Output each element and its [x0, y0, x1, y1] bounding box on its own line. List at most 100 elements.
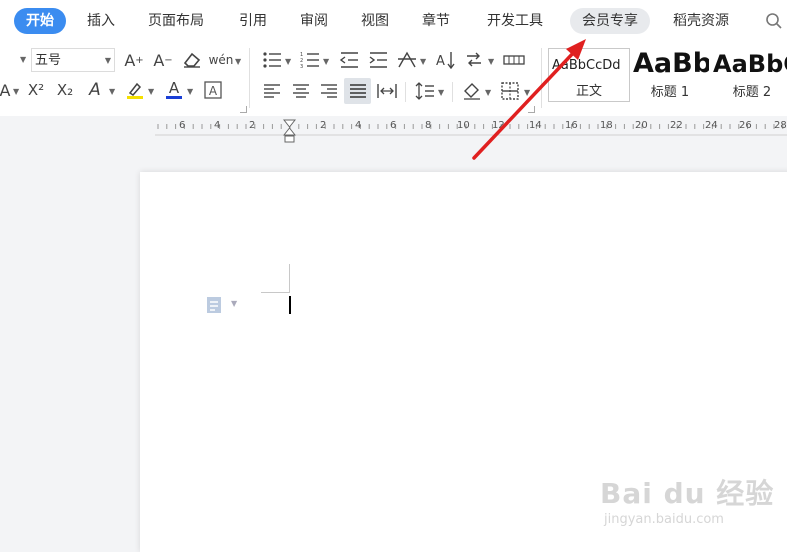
watermark-brand: Bai du 经验	[600, 477, 775, 510]
ruler-label: 2	[249, 120, 256, 131]
bullet-list-dropdown-arrow[interactable]: ▼	[285, 57, 291, 66]
baidu-watermark: Bai du 经验 jingyan.baidu.com	[600, 460, 787, 545]
line-spacing-dropdown-arrow[interactable]: ▼	[438, 88, 444, 97]
align-left-icon[interactable]	[261, 80, 283, 102]
paragraph-layout-icon[interactable]	[206, 296, 224, 314]
font-size-value: 五号	[35, 53, 62, 68]
align-center-icon[interactable]	[290, 80, 312, 102]
tab-review[interactable]: 审阅	[300, 8, 328, 34]
ribbon-separator	[452, 82, 453, 102]
paragraph-layout-dropdown-arrow[interactable]: ▼	[231, 299, 237, 308]
ruler-label: 8	[425, 120, 432, 131]
superscript-label: X²	[27, 81, 45, 99]
ribbon-separator	[249, 48, 250, 108]
tab-developer[interactable]: 开发工具	[487, 8, 543, 34]
style-heading-1-name: 标题 1	[650, 85, 690, 100]
tab-docer-resources[interactable]: 稻壳资源	[673, 8, 729, 34]
tab-member-exclusive[interactable]: 会员专享	[570, 8, 650, 34]
text-effect-dropdown-arrow[interactable]: ▼	[13, 87, 19, 96]
font-color-icon[interactable]: A	[163, 79, 185, 101]
indent-marker[interactable]	[283, 119, 296, 143]
clear-format-icon[interactable]	[181, 49, 203, 71]
margin-corner-mark	[261, 292, 290, 293]
style-heading-2-sample: AaBbC	[713, 50, 787, 78]
svg-text:3: 3	[300, 64, 303, 69]
ruler-label: 14	[529, 120, 542, 131]
increase-font-size-icon[interactable]: A +	[123, 49, 145, 71]
style-normal-sample: AaBbCcDd	[552, 58, 621, 73]
svg-text:A: A	[436, 54, 445, 69]
ribbon-separator	[405, 82, 406, 102]
font-size-select[interactable]: 五号 ▼	[31, 48, 115, 72]
search-icon[interactable]	[765, 12, 783, 30]
tab-insert[interactable]: 插入	[87, 8, 115, 34]
character-border-icon[interactable]: A	[202, 79, 224, 101]
ribbon-separator	[541, 48, 542, 108]
numbered-list-dropdown-arrow[interactable]: ▼	[323, 57, 329, 66]
phonetic-guide-icon[interactable]: wén	[208, 49, 234, 71]
subscript-icon[interactable]: X₂	[54, 79, 76, 101]
style-normal-name: 正文	[575, 84, 602, 99]
text-outline-icon[interactable]: A	[84, 79, 106, 101]
chinese-layout-dropdown-arrow[interactable]: ▼	[420, 57, 426, 66]
superscript-icon[interactable]: X²	[25, 79, 47, 101]
phonetic-dropdown-arrow[interactable]: ▼	[235, 57, 241, 66]
paragraph-dialog-launcher[interactable]	[528, 106, 535, 113]
table-tabs-icon[interactable]	[502, 49, 526, 71]
ruler-label: 20	[635, 120, 648, 131]
show-hide-dropdown-arrow[interactable]: ▼	[488, 57, 494, 66]
chinese-layout-icon[interactable]	[396, 49, 418, 71]
highlight-dropdown-arrow[interactable]: ▼	[148, 87, 154, 96]
shading-dropdown-arrow[interactable]: ▼	[485, 88, 491, 97]
chevron-down-icon: ▼	[104, 56, 111, 65]
justify-icon[interactable]	[344, 78, 371, 104]
style-heading-2-name: 标题 2	[732, 85, 772, 100]
sort-icon[interactable]: A	[435, 49, 457, 71]
tab-home[interactable]: 开始	[14, 8, 66, 34]
bullet-list-icon[interactable]	[261, 49, 283, 71]
tab-references[interactable]: 引用	[239, 8, 267, 34]
style-heading-2[interactable]: AaBbC 标题 2	[711, 48, 787, 102]
tab-section[interactable]: 章节	[422, 8, 450, 34]
increase-indent-icon[interactable]	[367, 49, 389, 71]
watermark-url: jingyan.baidu.com	[604, 512, 724, 527]
line-spacing-icon[interactable]	[414, 80, 436, 102]
ruler-label: 4	[214, 120, 221, 131]
svg-text:A: A	[209, 84, 218, 98]
ruler-label: 4	[355, 120, 362, 131]
highlight-color-icon[interactable]	[124, 79, 146, 101]
ruler-label: 12	[492, 120, 505, 131]
text-outline-dropdown-arrow[interactable]: ▼	[109, 87, 115, 96]
text-cursor	[289, 296, 291, 314]
numbered-list-icon[interactable]: 123	[299, 49, 321, 71]
font-dialog-launcher[interactable]	[240, 106, 247, 113]
style-normal[interactable]: AaBbCcDd 正文	[548, 48, 630, 102]
borders-dropdown-arrow[interactable]: ▼	[524, 88, 530, 97]
font-color-dropdown-arrow[interactable]: ▼	[187, 87, 193, 96]
decrease-indent-icon[interactable]	[338, 49, 360, 71]
align-right-icon[interactable]	[318, 80, 340, 102]
style-heading-1-sample: AaBb	[633, 48, 709, 79]
show-hide-marks-icon[interactable]	[463, 49, 485, 71]
phonetic-label: wén	[208, 53, 234, 67]
tab-view[interactable]: 视图	[361, 8, 389, 34]
decrease-font-size-icon[interactable]: A −	[152, 49, 174, 71]
ribbon-toolbar: ▼ 五号 ▼ A + A − wén ▼ A ▼ X² X₂ A ▼ ▼ A ▼ A…	[0, 42, 787, 117]
ruler-label: 18	[600, 120, 613, 131]
font-name-dropdown-arrow[interactable]: ▼	[20, 55, 26, 64]
margin-corner-mark	[289, 264, 290, 293]
borders-icon[interactable]	[499, 80, 521, 102]
ruler-label: 28	[774, 120, 787, 131]
style-heading-1[interactable]: AaBb 标题 1	[631, 48, 709, 102]
ruler-label: 6	[179, 120, 186, 131]
shading-icon[interactable]	[461, 80, 483, 102]
ruler-label: 16	[565, 120, 578, 131]
ruler-label: 26	[739, 120, 752, 131]
horizontal-ruler: 6 4 2 2 4 6 8 10 12 14 16 18 20 22 24 26 28	[0, 116, 787, 143]
ruler-label: 6	[390, 120, 397, 131]
distributed-align-icon[interactable]	[376, 80, 398, 102]
tab-page-layout[interactable]: 页面布局	[148, 8, 204, 34]
ruler-label: 24	[705, 120, 718, 131]
ruler-label: 10	[457, 120, 470, 131]
subscript-label: X₂	[56, 81, 74, 99]
